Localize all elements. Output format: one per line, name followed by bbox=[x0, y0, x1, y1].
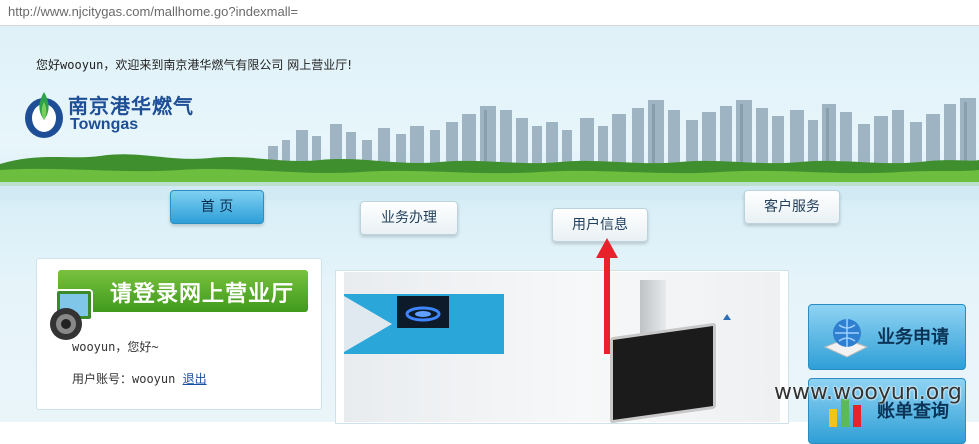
logout-link[interactable]: 退出 bbox=[183, 372, 207, 386]
watermark-text: www.wooyun.org bbox=[774, 380, 962, 405]
service-apply-button[interactable]: 业务申请 bbox=[808, 304, 966, 370]
range-hood-image bbox=[610, 322, 716, 424]
gas-stove-icon bbox=[344, 296, 392, 352]
globe-book-icon bbox=[823, 319, 869, 358]
nav-tab-business-label: 业务办理 bbox=[381, 210, 437, 226]
login-banner-text: 请登录网上营业厅 bbox=[110, 282, 295, 307]
photo-camera-icon bbox=[50, 289, 93, 340]
city-skyline-banner bbox=[0, 98, 979, 200]
account-info: 用户账号：wooyun 退出 bbox=[72, 370, 207, 387]
address-bar[interactable]: http://www.njcitygas.com/mallhome.go?ind… bbox=[0, 0, 979, 26]
account-label: 用户账号：wooyun bbox=[72, 372, 176, 386]
nav-tab-home[interactable]: 首 页 bbox=[170, 190, 264, 224]
greeting-text: wooyun，您好~ bbox=[72, 340, 159, 354]
red-annotation-arrow-icon bbox=[596, 238, 618, 354]
service-apply-label: 业务申请 bbox=[877, 327, 949, 348]
nav-tab-business[interactable]: 业务办理 bbox=[360, 201, 458, 235]
address-url[interactable]: http://www.njcitygas.com/mallhome.go?ind… bbox=[8, 4, 298, 19]
nav-tab-user-info-label: 用户信息 bbox=[572, 217, 628, 233]
nav-tab-home-label: 首 页 bbox=[200, 199, 234, 215]
brand-logo-icon bbox=[723, 314, 731, 320]
nav-tab-customer-service[interactable]: 客户服务 bbox=[744, 190, 840, 224]
nav-tab-customer-service-label: 客户服务 bbox=[764, 199, 820, 215]
burner-flame-icon bbox=[397, 296, 449, 328]
